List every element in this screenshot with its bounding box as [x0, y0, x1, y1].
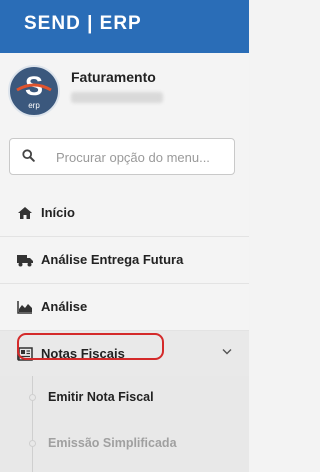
- menu-item-label: Análise Entrega Futura: [41, 252, 184, 267]
- menu-item-analise[interactable]: Análise: [0, 284, 249, 331]
- submenu-bullet: [29, 440, 36, 447]
- logo-s-icon: S erp: [12, 69, 56, 113]
- truck-icon: [17, 255, 33, 267]
- company-logo: S erp: [8, 65, 60, 117]
- menu-item-analise-entrega-futura[interactable]: Análise Entrega Futura: [0, 237, 249, 284]
- selection-highlight-outline: [17, 333, 164, 360]
- sidebar: S erp Faturamento Início Análise Entrega…: [0, 53, 249, 472]
- submenu-item-emitir-nota-fiscal[interactable]: Emitir Nota Fiscal: [48, 390, 154, 404]
- logo-text: erp: [28, 101, 40, 110]
- area-chart-icon: [17, 301, 32, 314]
- submenu-bullet: [29, 394, 36, 401]
- submenu-tree-line: [32, 376, 33, 472]
- menu-item-inicio[interactable]: Início: [0, 190, 249, 237]
- menu-search[interactable]: [9, 138, 235, 175]
- chevron-down-icon[interactable]: [222, 348, 232, 355]
- home-icon: [18, 207, 32, 219]
- profile-subtitle-blurred: [71, 92, 163, 103]
- search-input[interactable]: [56, 147, 226, 167]
- app-header: SEND | ERP: [0, 0, 249, 53]
- menu-item-label: Análise: [41, 299, 88, 314]
- submenu-item-emissao-simplificada[interactable]: Emissão Simplificada: [48, 436, 177, 450]
- app-title: SEND | ERP: [24, 13, 142, 34]
- menu-item-label: Início: [41, 205, 75, 220]
- profile-name: Faturamento: [71, 69, 156, 85]
- search-icon: [22, 149, 35, 162]
- profile-section: S erp Faturamento: [0, 53, 249, 128]
- notas-fiscais-submenu: Emitir Nota Fiscal Emissão Simplificada: [0, 376, 249, 472]
